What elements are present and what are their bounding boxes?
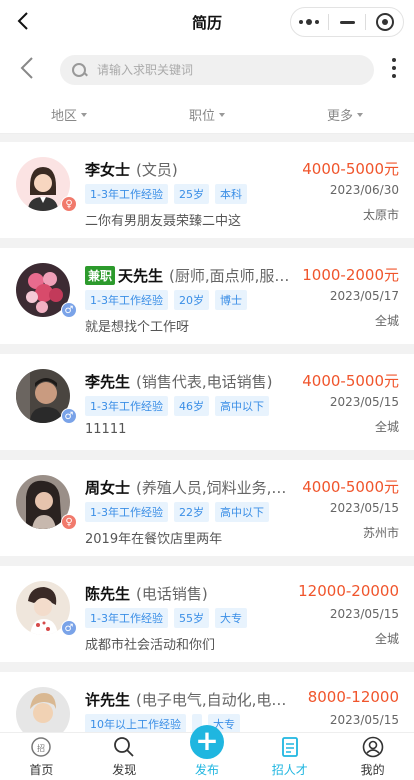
tab-home[interactable]: 招 首页 (0, 733, 83, 780)
search-icon (72, 62, 87, 78)
candidate-name: 许先生 (85, 690, 131, 709)
description: 2019年在餐饮店里两年 (85, 532, 223, 547)
tab-recruit-talent[interactable]: 招人才 (248, 733, 331, 780)
male-icon: ♂ (61, 408, 77, 424)
home-icon: 招 (31, 737, 52, 757)
date: 2023/05/15 (329, 501, 399, 515)
experience-tag: 1-3年工作经验 (85, 184, 168, 204)
more-options-icon[interactable] (291, 8, 328, 36)
part-time-badge: 兼职 (85, 265, 116, 285)
education-tag: 大专 (214, 608, 247, 628)
description: 成都市社会活动和你们 (85, 638, 216, 653)
resume-card[interactable]: ♂ 兼职天先生 (厨师,面点师,服务员,… 1-3年工作经验20岁博士 就是想找个… (0, 248, 414, 344)
plus-icon: + (189, 725, 224, 759)
candidate-name: 天先生 (118, 266, 164, 285)
description: 11111 (85, 422, 127, 437)
city: 太原市 (362, 208, 399, 222)
city: 苏州市 (362, 526, 399, 540)
experience-tag: 1-3年工作经验 (85, 502, 168, 522)
candidate-name: 李女士 (85, 160, 131, 179)
chevron-left-icon[interactable] (20, 56, 34, 86)
date: 2023/05/17 (329, 289, 399, 303)
filter-more[interactable]: 更多 (276, 96, 414, 133)
desired-position: (电子电气,自动化,电路… (136, 690, 300, 709)
date: 2023/05/15 (329, 607, 399, 621)
resume-card[interactable]: ♂ 李先生 (销售代表,电话销售) 1-3年工作经验 46岁 高中以下 11111 4… (0, 354, 414, 450)
filter-position[interactable]: 职位 (138, 96, 276, 133)
city: 全城 (374, 314, 399, 328)
description: 就是想找个工作呀 (85, 320, 190, 335)
tag-group: 1-3年工作经验 25岁 本科 (85, 184, 247, 204)
close-miniapp-icon[interactable] (366, 8, 403, 36)
date: 2023/05/15 (329, 713, 399, 727)
female-icon: ♀ (61, 196, 77, 212)
tab-mine[interactable]: 我的 (331, 733, 414, 780)
desired-position: (厨师,面点师,服务员,… (169, 266, 300, 285)
dropdown-arrow-icon (357, 112, 363, 117)
salary: 4000-5000元 (302, 160, 399, 178)
miniapp-capsule (290, 7, 404, 37)
svg-text:招: 招 (37, 743, 45, 753)
salary: 4000-5000元 (302, 478, 399, 496)
experience-tag: 1-3年工作经验 (85, 290, 168, 310)
tag-group: 1-3年工作经验 20岁 博士 (85, 290, 247, 310)
age-tag: 46岁 (173, 396, 209, 416)
minimize-icon[interactable] (329, 8, 366, 36)
resume-card[interactable]: ♀ 李女士 (文员) 1-3年工作经验 25岁 本科 二你有男朋友聂荣臻二中这 400… (0, 142, 414, 238)
resume-card[interactable]: ♂ 陈先生 (电话销售) 1-3年工作经验 55岁 大专 成都市社会活动和你们 120… (0, 566, 414, 662)
age-tag: 55岁 (173, 608, 209, 628)
tag-group: 1-3年工作经验 55岁 大专 (85, 608, 247, 628)
user-icon (362, 736, 383, 758)
age-tag: 22岁 (173, 502, 209, 522)
search-input[interactable] (97, 63, 337, 77)
nav-bar: 简历 (0, 0, 414, 44)
education-tag: 高中以下 (214, 502, 269, 522)
dropdown-arrow-icon (219, 112, 225, 117)
desired-position: (养殖人员,饲料业务,农… (136, 478, 300, 497)
dropdown-arrow-icon (81, 112, 87, 117)
age-tag: 20岁 (173, 290, 209, 310)
tag-group: 1-3年工作经验 46岁 高中以下 (85, 396, 269, 416)
experience-tag: 1-3年工作经验 (85, 608, 168, 628)
candidate-name: 陈先生 (85, 584, 131, 603)
education-tag: 博士 (214, 290, 247, 310)
desired-position: (电话销售) (136, 584, 208, 603)
male-icon: ♂ (61, 302, 77, 318)
city: 全城 (374, 420, 399, 434)
date: 2023/06/30 (329, 183, 399, 197)
tab-discover[interactable]: 发现 (83, 733, 166, 780)
age-tag: 25岁 (173, 184, 209, 204)
search-icon (114, 737, 134, 757)
filter-bar: 地区 职位 更多 (0, 96, 414, 134)
education-tag: 本科 (214, 184, 247, 204)
description: 二你有男朋友聂荣臻二中这 (85, 214, 242, 229)
education-tag: 高中以下 (214, 396, 269, 416)
desired-position: (销售代表,电话销售) (136, 372, 273, 391)
desired-position: (文员) (136, 160, 178, 179)
salary: 12000-20000 (298, 582, 399, 600)
salary: 1000-2000元 (302, 266, 399, 284)
male-icon: ♂ (61, 620, 77, 636)
salary: 4000-5000元 (302, 372, 399, 390)
search-box[interactable] (60, 55, 374, 85)
experience-tag: 1-3年工作经验 (85, 396, 168, 416)
city: 全城 (374, 632, 399, 646)
candidate-name: 周女士 (85, 478, 131, 497)
resume-card[interactable]: ♀ 周女士 (养殖人员,饲料业务,农… 1-3年工作经验 22岁 高中以下 2019年… (0, 460, 414, 556)
resume-icon (281, 737, 298, 757)
salary: 8000-12000 (307, 688, 399, 706)
date: 2023/05/15 (329, 395, 399, 409)
filter-region[interactable]: 地区 (0, 96, 138, 133)
tab-bar: 招 首页 发现 + 发布 招人才 我的 (0, 725, 414, 780)
tab-publish[interactable]: + 发布 (166, 725, 249, 780)
kebab-menu-icon[interactable] (392, 58, 396, 78)
experience-tag: 10年以上工作经验 (85, 714, 186, 734)
candidate-name: 李先生 (85, 372, 131, 391)
tag-group: 1-3年工作经验 22岁 高中以下 (85, 502, 269, 522)
search-row (0, 44, 414, 96)
female-icon: ♀ (61, 514, 77, 530)
